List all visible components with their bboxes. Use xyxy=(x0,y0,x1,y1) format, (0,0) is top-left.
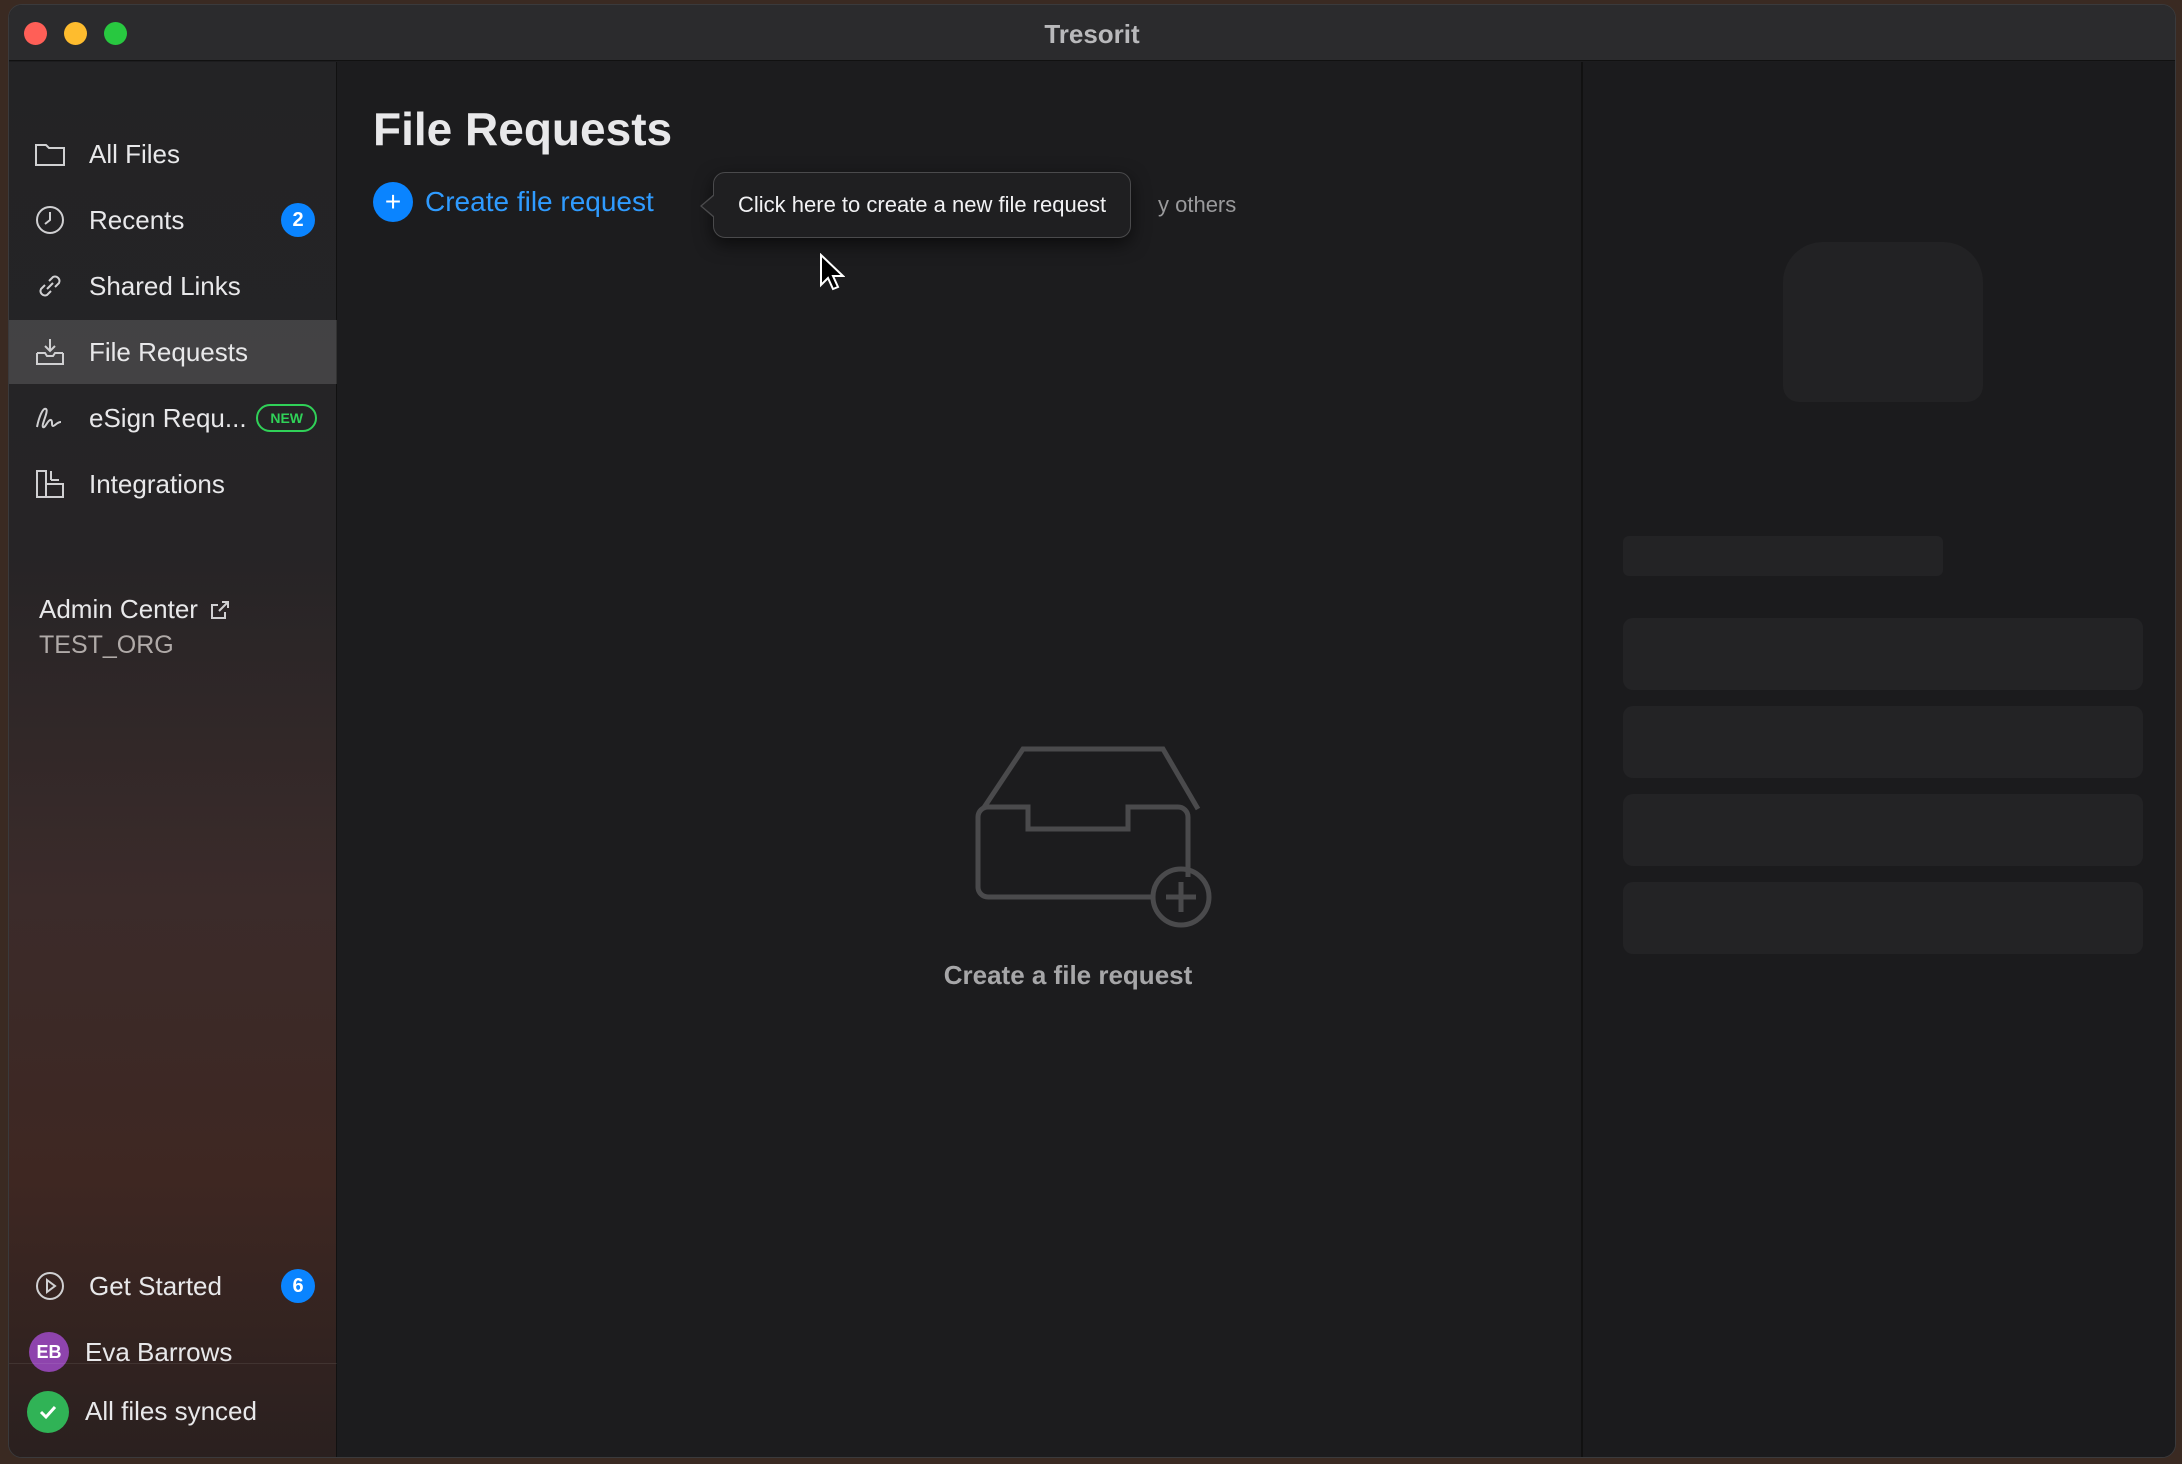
sidebar-item-integrations[interactable]: Integrations xyxy=(9,452,337,516)
sync-status-bar[interactable]: All files synced xyxy=(9,1363,337,1457)
sidebar-item-esign-requests[interactable]: eSign Requ... NEW xyxy=(9,386,337,450)
create-request-tooltip: Click here to create a new file request xyxy=(699,172,1132,238)
sync-status-text: All files synced xyxy=(85,1396,257,1426)
page-title: File Requests xyxy=(373,103,673,155)
link-icon xyxy=(33,269,67,303)
sidebar: All Files Recents 2 Shared Links File Re… xyxy=(9,62,337,1457)
sidebar-item-all-files[interactable]: All Files xyxy=(9,122,337,186)
window-title: Tresorit xyxy=(1044,19,1140,49)
recents-count-badge: 2 xyxy=(281,203,315,237)
sidebar-item-label: Shared Links xyxy=(89,270,241,301)
organization-name: TEST_ORG xyxy=(39,631,174,659)
skeleton-row xyxy=(1623,706,2143,778)
signature-icon xyxy=(33,401,67,435)
skeleton-thumbnail xyxy=(1783,242,1983,402)
skeleton-line xyxy=(1623,536,1943,576)
details-panel-placeholder xyxy=(1581,62,2175,1457)
inbox-tray-icon xyxy=(33,335,67,369)
sidebar-item-recents[interactable]: Recents 2 xyxy=(9,188,337,252)
get-started-count-badge: 6 xyxy=(281,1269,315,1303)
skeleton-row xyxy=(1623,618,2143,690)
sidebar-item-label: Get Started xyxy=(89,1270,222,1301)
integrations-icon xyxy=(33,467,67,501)
skeleton-row xyxy=(1623,882,2143,954)
new-tag-badge: NEW xyxy=(256,404,317,432)
admin-center: Admin Center TEST_ORG xyxy=(39,594,232,660)
sidebar-item-shared-links[interactable]: Shared Links xyxy=(9,254,337,318)
folder-icon xyxy=(33,137,67,171)
sidebar-item-label: File Requests xyxy=(89,336,248,367)
sidebar-item-label: eSign Requ... xyxy=(89,402,247,433)
empty-state-label: Create a file request xyxy=(943,960,1193,990)
inbox-add-icon[interactable] xyxy=(838,682,1298,952)
sidebar-item-label: Integrations xyxy=(89,468,225,499)
sidebar-item-get-started[interactable]: Get Started 6 xyxy=(9,1254,337,1318)
clock-icon xyxy=(33,203,67,237)
sidebar-item-label: Recents xyxy=(89,204,185,235)
app-window: Tresorit All Files Recents 2 Shared Link… xyxy=(8,4,2176,1458)
admin-center-link[interactable]: Admin Center xyxy=(39,594,232,625)
admin-center-label: Admin Center xyxy=(39,594,198,624)
play-circle-icon xyxy=(33,1269,67,1303)
external-link-icon xyxy=(210,600,229,619)
title-bar: Tresorit xyxy=(9,5,2175,61)
page-subtitle: y others xyxy=(1158,192,1237,217)
plus-icon: + xyxy=(373,182,413,222)
skeleton-row xyxy=(1623,794,2143,866)
create-file-request-label: Create file request xyxy=(425,186,654,217)
checkmark-icon xyxy=(27,1390,69,1433)
sidebar-item-label: All Files xyxy=(89,138,181,169)
sidebar-item-file-requests[interactable]: File Requests xyxy=(9,320,337,384)
main-content: File Requests + Create file request y ot… xyxy=(338,62,1581,1457)
create-file-request-button[interactable]: + Create file request xyxy=(373,182,654,222)
mouse-cursor-icon xyxy=(820,253,845,291)
